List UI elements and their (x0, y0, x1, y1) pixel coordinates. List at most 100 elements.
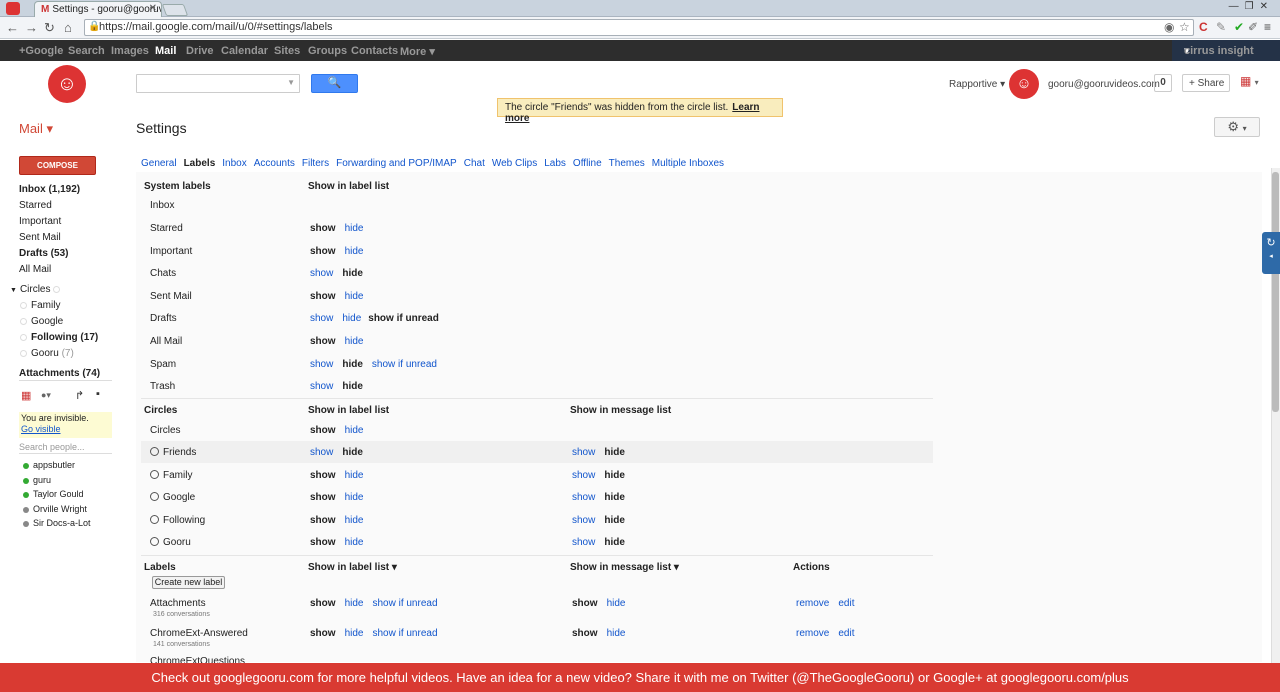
bookmark-star-icon[interactable]: ☆ (1179, 20, 1190, 34)
show-option[interactable]: show (310, 223, 336, 234)
nav-circle-google[interactable]: Google (20, 316, 63, 327)
nav-inbox[interactable]: Inbox (1,192) (19, 184, 80, 195)
mail-menu[interactable]: Mail ▾ (19, 121, 53, 137)
settings-gear-icon[interactable]: ⚙ ▾ (1214, 117, 1260, 137)
hide-link[interactable]: hide (345, 515, 364, 526)
show-option[interactable]: show (310, 537, 336, 548)
contact-item[interactable]: Orville Wright (23, 504, 87, 514)
check-icon[interactable]: ✔ (1234, 20, 1244, 34)
address-bar[interactable]: 🔒 https://mail.google.com/mail/u/0/#sett… (84, 19, 1194, 36)
new-tab-button[interactable] (161, 4, 189, 16)
hide-link[interactable]: hide (345, 537, 364, 548)
compose-button[interactable]: COMPOSE (19, 156, 96, 175)
call-phone-icon[interactable]: ↱ (75, 389, 84, 402)
forward-icon[interactable]: → (25, 20, 38, 35)
notification-count[interactable]: 0 (1154, 74, 1172, 92)
labels-message-list-header[interactable]: Show in message list ▾ (570, 562, 679, 573)
profile-picture-icon[interactable]: ▦ ▾ (1240, 74, 1270, 92)
show-if-unread-link[interactable]: show if unread (372, 628, 437, 639)
hide-link[interactable]: hide (345, 470, 364, 481)
go-visible-link[interactable]: Go visible (21, 424, 61, 434)
tab-chat[interactable]: Chat (464, 158, 485, 169)
chat-avatar-icon[interactable]: ▦ (21, 389, 31, 402)
window-controls[interactable]: —❐✕ (1229, 1, 1274, 12)
gbar-mail[interactable]: Mail (155, 45, 176, 57)
circle-radio-icon[interactable] (150, 537, 159, 546)
chat-bubble-icon[interactable]: ▪ (96, 388, 100, 400)
browser-tab[interactable]: M Settings - gooru@gooruvi ✕ (34, 1, 162, 17)
hide-link[interactable]: hide (345, 246, 364, 257)
show-link[interactable]: show (572, 537, 595, 548)
extension-pen-icon[interactable]: ✎ (1216, 20, 1226, 34)
gbar-drive[interactable]: Drive (186, 45, 214, 57)
hide-link[interactable]: hide (345, 628, 364, 639)
share-button[interactable]: + Share (1182, 74, 1230, 92)
gbar-sites[interactable]: Sites (274, 45, 300, 57)
scrollbar-thumb[interactable] (1272, 172, 1279, 412)
show-option[interactable]: show (310, 336, 336, 347)
show-link[interactable]: show (310, 381, 333, 392)
show-link[interactable]: show (310, 313, 333, 324)
hide-link[interactable]: hide (607, 598, 626, 609)
hide-link[interactable]: hide (345, 336, 364, 347)
show-link[interactable]: show (572, 447, 595, 458)
show-link[interactable]: show (572, 515, 595, 526)
show-option[interactable]: show (572, 628, 598, 639)
gbar-contacts[interactable]: Contacts (351, 45, 398, 57)
tab-themes[interactable]: Themes (609, 158, 645, 169)
tab-inbox[interactable]: Inbox (222, 158, 246, 169)
nav-circle-gooru[interactable]: Gooru (7) (20, 348, 74, 359)
nav-circles[interactable]: ▼ Circles (10, 284, 64, 295)
rapportive-sidebar-toggle-icon[interactable]: ↻ ◂ (1262, 232, 1280, 274)
cirrus-insight-button[interactable]: cirrus insight ▾ (1172, 40, 1280, 61)
hide-link[interactable]: hide (345, 223, 364, 234)
show-option[interactable]: show (310, 598, 336, 609)
show-option[interactable]: show (310, 425, 336, 436)
nav-attachments[interactable]: Attachments (74) (19, 368, 100, 379)
show-if-unread-option[interactable]: show if unread (368, 313, 439, 324)
show-if-unread-link[interactable]: show if unread (372, 359, 437, 370)
hide-option[interactable]: hide (604, 470, 625, 481)
show-link[interactable]: show (572, 492, 595, 503)
hide-link[interactable]: hide (345, 598, 364, 609)
gbar-more[interactable]: More ▾ (400, 45, 435, 58)
tab-accounts[interactable]: Accounts (254, 158, 295, 169)
circle-radio-icon[interactable] (150, 470, 159, 479)
hide-link[interactable]: hide (345, 492, 364, 503)
back-icon[interactable]: ← (6, 20, 19, 35)
tab-general[interactable]: General (141, 158, 177, 169)
labels-label-list-header[interactable]: Show in label list ▾ (308, 562, 397, 573)
nav-all-mail[interactable]: All Mail (19, 264, 51, 275)
hide-option[interactable]: hide (604, 492, 625, 503)
gbar-search[interactable]: Search (68, 45, 105, 57)
reload-icon[interactable]: ↻ (44, 20, 55, 36)
circle-radio-icon[interactable] (150, 515, 159, 524)
close-tab-icon[interactable]: ✕ (149, 3, 157, 14)
search-options-icon[interactable]: ▼ (287, 78, 295, 87)
show-link[interactable]: show (310, 447, 333, 458)
tab-labs[interactable]: Labs (544, 158, 566, 169)
search-people-input[interactable]: Search people... (19, 442, 112, 454)
circle-radio-icon[interactable] (150, 492, 159, 501)
hide-option[interactable]: hide (342, 447, 363, 458)
show-option[interactable]: show (310, 515, 336, 526)
contact-item[interactable]: guru (23, 475, 51, 485)
show-link[interactable]: show (572, 470, 595, 481)
hide-option[interactable]: hide (342, 381, 363, 392)
wrench-icon[interactable]: ✐ (1248, 20, 1258, 34)
edit-link[interactable]: edit (838, 628, 854, 639)
nav-important[interactable]: Important (19, 216, 61, 227)
extension-c-icon[interactable]: C (1199, 20, 1208, 34)
status-dropdown-icon[interactable]: ●▾ (41, 390, 51, 401)
hide-option[interactable]: hide (604, 515, 625, 526)
show-link[interactable]: show (310, 359, 333, 370)
nav-circle-family[interactable]: Family (20, 300, 60, 311)
eye-icon[interactable]: ◉ (1164, 20, 1174, 34)
show-option[interactable]: show (310, 628, 336, 639)
remove-link[interactable]: remove (796, 598, 829, 609)
hide-option[interactable]: hide (604, 447, 625, 458)
show-option[interactable]: show (310, 492, 336, 503)
show-if-unread-link[interactable]: show if unread (372, 598, 437, 609)
home-icon[interactable]: ⌂ (64, 20, 72, 35)
account-avatar[interactable]: ☺ (1009, 69, 1039, 99)
